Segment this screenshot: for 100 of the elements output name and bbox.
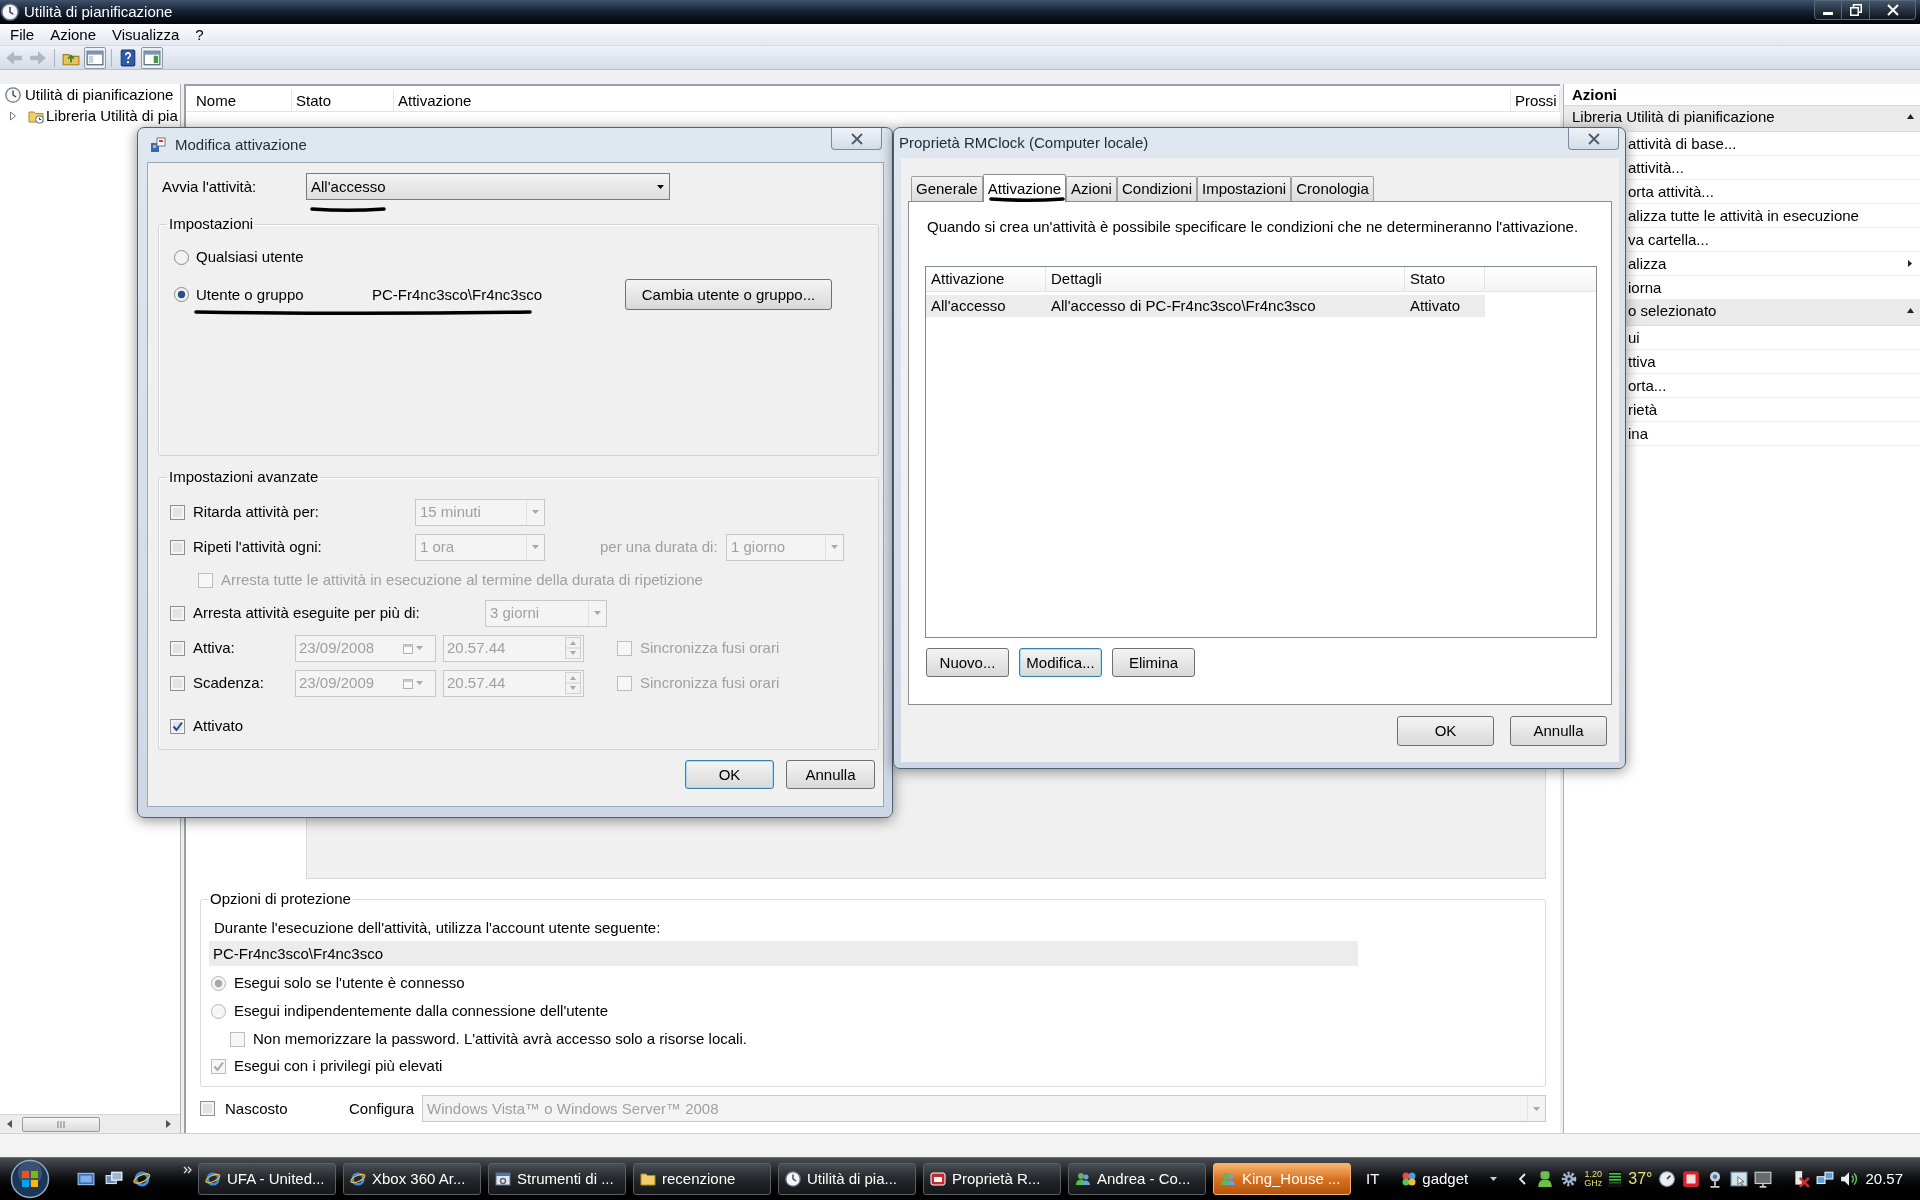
action-item[interactable]: ui (1628, 328, 1640, 347)
column-header[interactable]: Nome (186, 90, 292, 111)
action-item[interactable]: attività... (1628, 158, 1684, 177)
tree-item[interactable]: Utilità di pianificazione (25, 85, 174, 104)
taskbar-button[interactable]: Andrea - Co... (1068, 1163, 1206, 1195)
action-item[interactable]: alizza tutte le attività in esecuzione (1628, 206, 1859, 225)
checkbox[interactable] (200, 1101, 215, 1116)
option-label[interactable]: Ripeti l'attività ogni: (193, 538, 415, 556)
option-label[interactable]: Arresta attività eseguite per più di: (193, 604, 485, 622)
option-label[interactable]: Non memorizzare la password. L'attività avrà accesso solo a risorse locali. (253, 1030, 747, 1048)
action-item[interactable]: rietà (1628, 400, 1658, 419)
remove-device-icon[interactable] (1792, 1170, 1811, 1188)
menu-item[interactable]: ? (187, 23, 212, 46)
collapse-caret-icon[interactable] (1907, 114, 1914, 119)
column-header[interactable]: Prossi (1511, 90, 1560, 111)
checkbox[interactable] (170, 539, 185, 555)
change-user-button[interactable]: Cambia utente o gruppo... (625, 279, 832, 310)
taskbar-button[interactable]: Strumenti di ... (488, 1163, 626, 1195)
radio-button[interactable] (174, 287, 189, 302)
button[interactable]: Annulla (786, 760, 875, 789)
column-header[interactable]: Attivazione (926, 267, 1046, 291)
window-cursor-icon[interactable] (1730, 1170, 1749, 1188)
close-button[interactable] (1870, 0, 1916, 20)
caret-icon[interactable] (1490, 1177, 1498, 1181)
action-item[interactable]: attività di base... (1628, 134, 1737, 153)
option-label[interactable]: Ritarda attività per: (193, 503, 415, 521)
action-item[interactable]: orta attività... (1628, 182, 1714, 201)
language-indicator[interactable]: IT (1366, 1170, 1380, 1188)
menu-item[interactable]: Azione (42, 23, 105, 46)
action-item[interactable]: ttiva (1628, 352, 1656, 371)
button[interactable]: Modifica... (1019, 648, 1102, 677)
toolbar-label[interactable]: gadget (1422, 1170, 1469, 1188)
volume-icon[interactable] (1840, 1170, 1859, 1188)
usage-bars-icon[interactable] (1608, 1171, 1623, 1187)
radio-button[interactable] (211, 975, 226, 991)
option-label[interactable]: Qualsiasi utente (196, 248, 304, 266)
column-header[interactable]: Stato (292, 90, 394, 111)
action-item[interactable]: alizza (1628, 254, 1667, 273)
option-label[interactable]: Scadenza: (193, 674, 295, 692)
table-row[interactable]: All'accesso All'accesso di PC-Fr4nc3sco\Fr4nc3sco Attivato (926, 295, 1485, 317)
expand-arrow-icon[interactable] (9, 110, 17, 121)
radio-button[interactable] (174, 249, 189, 265)
option-label[interactable]: Attivato (193, 717, 244, 735)
column-header[interactable]: Dettagli (1046, 267, 1405, 291)
tab[interactable]: Azioni (1066, 176, 1117, 201)
minimize-button[interactable] (1814, 0, 1842, 20)
checkbox[interactable] (211, 1058, 226, 1074)
dropdown[interactable]: All'accesso (306, 173, 670, 200)
taskbar-button[interactable]: recenzione (633, 1163, 771, 1195)
option-label[interactable]: Esegui indipendentemente dalla connessione dell'utente (234, 1002, 608, 1020)
action-item[interactable]: iorna (1628, 278, 1662, 297)
gadget-icon[interactable] (1401, 1171, 1418, 1187)
option-label[interactable]: Esegui solo se l'utente è connesso (234, 974, 465, 992)
checkbox[interactable] (230, 1031, 245, 1047)
button[interactable]: Nuovo... (926, 648, 1009, 677)
radio-button[interactable] (211, 1003, 226, 1019)
column-header[interactable]: Stato (1405, 267, 1485, 291)
person-icon[interactable] (1536, 1170, 1555, 1188)
checkbox[interactable] (617, 675, 632, 691)
taskbar-button[interactable]: UFA - United... (198, 1163, 336, 1195)
monitor-icon[interactable] (1754, 1170, 1773, 1188)
tree-item[interactable]: Libreria Utilità di pia (46, 106, 178, 125)
tab[interactable]: Condizioni (1116, 176, 1197, 201)
taskbar-button[interactable]: King_House ... (1213, 1163, 1351, 1195)
column-header[interactable]: Attivazione (394, 90, 1511, 111)
clock-text[interactable]: 20.57 (1865, 1170, 1903, 1188)
taskbar-button[interactable]: Xbox 360 Ar... (343, 1163, 481, 1195)
action-item[interactable]: va cartella... (1628, 230, 1709, 249)
action-item[interactable]: orta... (1628, 376, 1667, 395)
button[interactable]: Annulla (1510, 716, 1607, 746)
checkbox[interactable] (170, 718, 185, 734)
checkbox[interactable] (170, 504, 185, 520)
section-header[interactable]: o selezionato (1628, 302, 1717, 319)
collapse-caret-icon[interactable] (1907, 308, 1914, 313)
start-button[interactable] (10, 1159, 50, 1199)
checkbox[interactable] (198, 572, 213, 588)
scrollbar-thumb[interactable] (22, 1116, 100, 1132)
chevron-icon[interactable] (183, 1166, 192, 1174)
menu-item[interactable]: Visualizza (104, 23, 188, 46)
checkbox[interactable] (617, 640, 632, 656)
taskbar-button[interactable]: Utilità di pia... (778, 1163, 916, 1195)
toolbar-button[interactable] (141, 46, 163, 69)
checkbox[interactable] (170, 675, 185, 691)
show-desktop-icon[interactable] (77, 1170, 95, 1188)
tab[interactable]: Impostazioni (1197, 176, 1292, 201)
checkbox[interactable] (170, 640, 185, 656)
action-item[interactable]: ina (1628, 424, 1649, 443)
restore-button[interactable] (1842, 0, 1870, 20)
taskbar-button[interactable]: Proprietà R... (923, 1163, 1061, 1195)
tab[interactable]: Generale (911, 176, 983, 201)
menu-item[interactable]: File (2, 23, 43, 46)
temperature-reading[interactable]: 37° (1628, 1170, 1653, 1188)
app-tile-icon[interactable] (1682, 1170, 1701, 1188)
browser-icon[interactable] (133, 1170, 151, 1188)
option-label[interactable]: Esegui con i privilegi più elevati (234, 1057, 443, 1075)
gauge-icon[interactable] (1658, 1170, 1677, 1188)
button[interactable]: OK (685, 760, 774, 789)
tab[interactable]: Cronologia (1291, 176, 1374, 201)
horizontal-scrollbar[interactable] (0, 1114, 180, 1133)
button[interactable]: OK (1397, 716, 1494, 746)
